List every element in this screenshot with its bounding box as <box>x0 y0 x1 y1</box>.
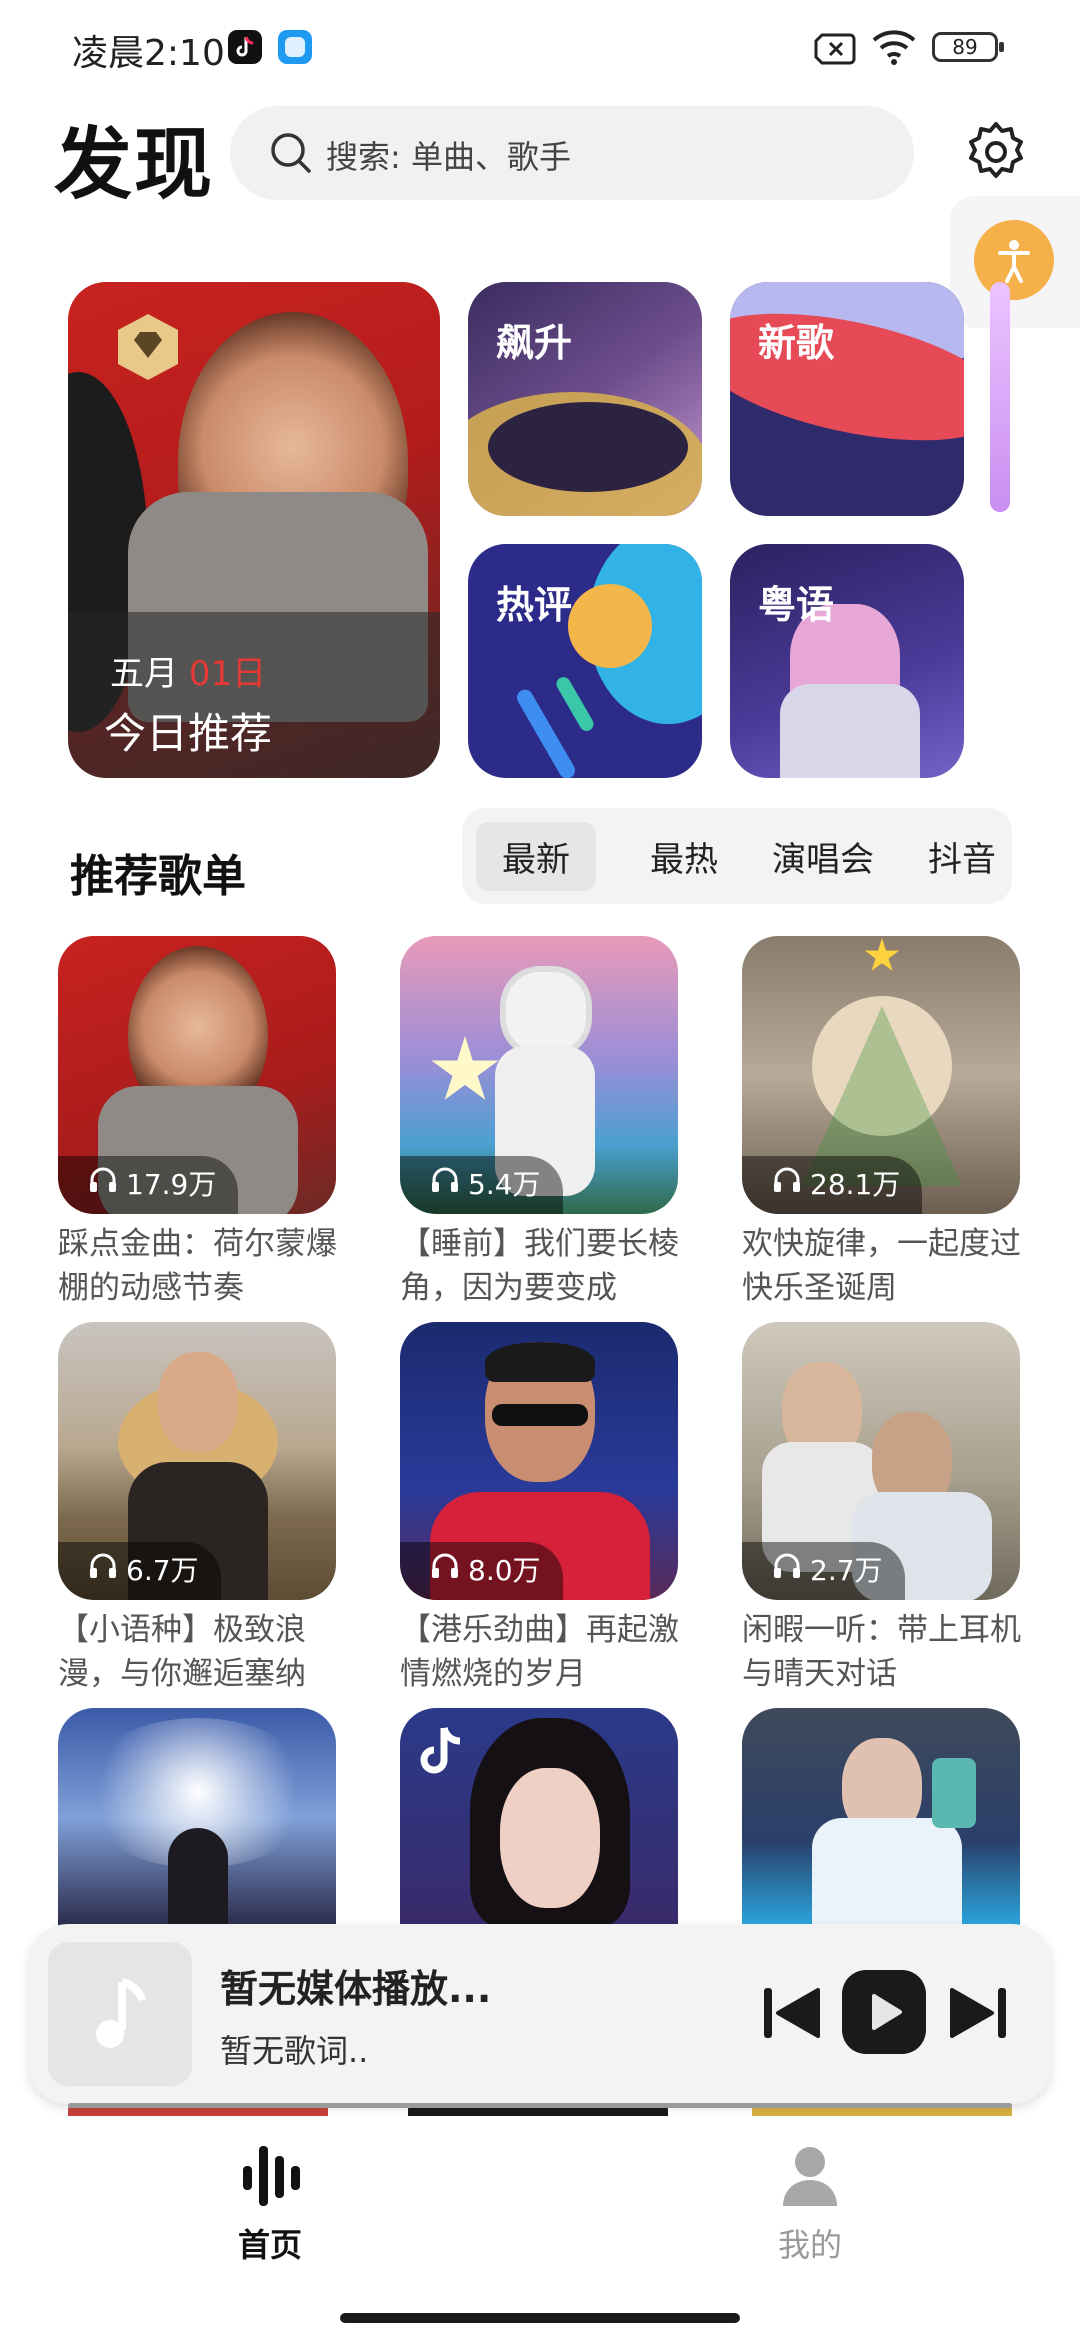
play-icon <box>872 1994 902 2030</box>
tiktok-app-icon <box>228 30 262 64</box>
play-count: 6.7万 <box>58 1542 221 1600</box>
playlist-cover: 5.4万 <box>400 936 678 1214</box>
tile-rising[interactable]: 飙升 <box>468 282 702 516</box>
tab-latest[interactable]: 最新 <box>476 822 596 891</box>
tile-cantonese[interactable]: 粤语 <box>730 544 964 778</box>
playlist-title: 踩点金曲：荷尔蒙爆棚的动感节奏 <box>58 1226 337 1306</box>
playlist-card[interactable]: 17.9万 踩点金曲：荷尔蒙爆棚的动感节奏 <box>58 936 358 1310</box>
accessibility-panel[interactable] <box>950 196 1080 328</box>
headphones-icon <box>88 1156 118 1214</box>
wifi-icon <box>870 28 918 70</box>
tile-label: 粤语 <box>758 583 835 627</box>
settings-gear-icon[interactable] <box>964 120 1028 188</box>
tile-hot-comments[interactable]: 热评 <box>468 544 702 778</box>
playlist-cover: 17.9万 <box>58 936 336 1214</box>
tile-label: 新歌 <box>758 321 835 365</box>
featured-label: 今日推荐 <box>104 709 273 758</box>
section-title: 推荐歌单 <box>70 851 246 902</box>
nav-label: 首页 <box>237 2226 302 2264</box>
play-count: 17.9万 <box>58 1156 239 1214</box>
star-icon <box>864 938 900 971</box>
playlist-cover[interactable] <box>742 1708 1020 1928</box>
headphones-icon <box>430 1542 460 1600</box>
bottom-nav <box>0 2116 1080 2340</box>
nav-label: 我的 <box>777 2226 842 2264</box>
play-count: 28.1万 <box>742 1156 923 1214</box>
playlist-title: 【睡前】我们要长棱角，因为要变成 <box>400 1226 679 1306</box>
previous-track-icon[interactable] <box>758 1980 824 2050</box>
play-count: 8.0万 <box>400 1542 563 1600</box>
playlist-tabs: 最新 最热 演唱会 抖音 <box>462 808 1012 904</box>
mini-player[interactable]: 暂无媒体播放... 暂无歌词.. <box>28 1924 1052 2108</box>
playlist-card[interactable]: 8.0万 【港乐劲曲】再起激情燃烧的岁月 <box>400 1322 700 1696</box>
user-icon <box>760 2140 860 2214</box>
page-title: 发现 <box>54 120 215 210</box>
tile-label: 飙升 <box>496 321 573 365</box>
headphones-icon <box>88 1542 118 1600</box>
status-time: 凌晨2:10 <box>72 33 225 74</box>
soundwave-icon <box>220 2140 320 2214</box>
home-indicator[interactable] <box>340 2313 740 2323</box>
search-icon <box>268 130 314 180</box>
headphones-icon <box>772 1156 802 1214</box>
playlist-cover: 8.0万 <box>400 1322 678 1600</box>
playlist-cover[interactable] <box>400 1708 678 1928</box>
tiktok-logo-icon <box>416 1724 468 1784</box>
no-sim-icon <box>814 33 858 69</box>
search-placeholder: 搜索: 单曲、歌手 <box>326 138 571 176</box>
play-button[interactable] <box>842 1970 926 2054</box>
battery-indicator: 89 <box>932 32 1004 62</box>
playlist-title: 欢快旋律，一起度过快乐圣诞周 <box>742 1226 1021 1306</box>
search-bar[interactable]: 搜索: 单曲、歌手 <box>230 106 914 200</box>
tab-hottest[interactable]: 最热 <box>650 832 718 881</box>
play-count: 2.7万 <box>742 1542 905 1600</box>
playlist-card[interactable]: 2.7万 闲暇一听：带上耳机与晴天对话 <box>742 1322 1042 1696</box>
player-lyrics: 暂无歌词.. <box>220 2032 369 2070</box>
headphones-icon <box>430 1156 460 1214</box>
playlist-cover: 6.7万 <box>58 1322 336 1600</box>
tile-overflow-peek <box>990 282 1010 512</box>
diamond-badge-icon <box>116 312 180 382</box>
playlist-card[interactable]: 6.7万 【小语种】极致浪漫，与你邂逅塞纳 <box>58 1322 358 1696</box>
featured-day: 01日 <box>188 654 267 694</box>
next-track-icon[interactable] <box>946 1980 1012 2050</box>
status-bar: 凌晨2:10 89 <box>0 0 1080 90</box>
tab-douyin[interactable]: 抖音 <box>928 832 996 881</box>
nav-home[interactable]: 首页 <box>220 2140 320 2280</box>
playlist-title: 【小语种】极致浪漫，与你邂逅塞纳 <box>58 1612 306 1692</box>
playlist-cover: 28.1万 <box>742 936 1020 1214</box>
featured-daily-card[interactable]: 五月 01日 今日推荐 <box>68 282 440 778</box>
app-notification-icon <box>278 30 312 64</box>
headphones-icon <box>772 1542 802 1600</box>
nav-mine[interactable]: 我的 <box>760 2140 860 2280</box>
playlist-cover[interactable] <box>58 1708 336 1928</box>
play-count: 5.4万 <box>400 1156 563 1214</box>
album-art-placeholder <box>48 1942 192 2086</box>
featured-month: 五月 <box>110 654 178 694</box>
accessibility-icon[interactable] <box>974 220 1054 300</box>
player-title: 暂无媒体播放... <box>220 1967 492 2011</box>
playlist-title: 【港乐劲曲】再起激情燃烧的岁月 <box>400 1612 679 1692</box>
playlist-card[interactable]: 28.1万 欢快旋律，一起度过快乐圣诞周 <box>742 936 1042 1310</box>
playlist-card[interactable]: 5.4万 【睡前】我们要长棱角，因为要变成 <box>400 936 700 1310</box>
playback-progress <box>68 2103 1012 2108</box>
playlist-title: 闲暇一听：带上耳机与晴天对话 <box>742 1612 1021 1692</box>
playlist-cover: 2.7万 <box>742 1322 1020 1600</box>
tab-concert[interactable]: 演唱会 <box>772 832 874 881</box>
tile-label: 热评 <box>496 583 573 627</box>
tile-new-songs[interactable]: 新歌 <box>730 282 964 516</box>
